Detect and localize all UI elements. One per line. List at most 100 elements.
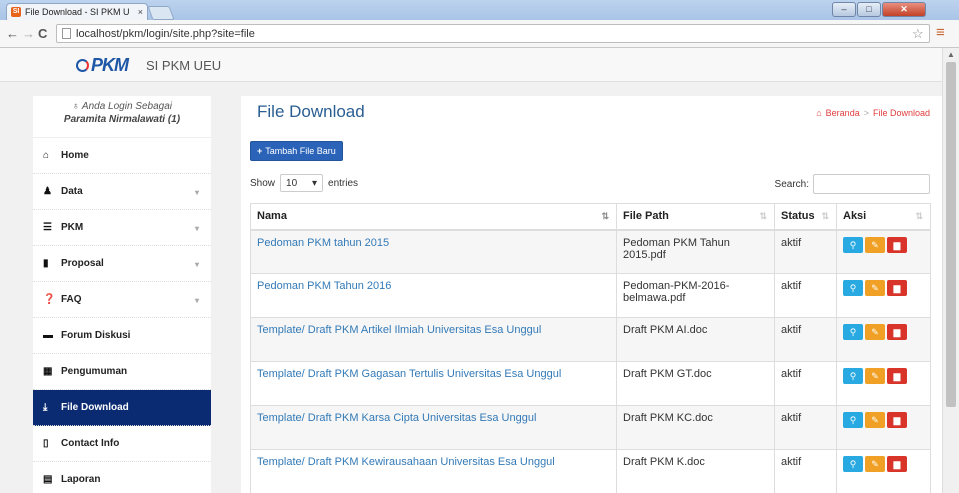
file-name-link[interactable]: Template/ Draft PKM Gagasan Tertulis Uni… [257, 368, 561, 380]
entries-value: 10 [286, 177, 298, 189]
sidebar-item-icon: ▦ [43, 366, 53, 377]
view-button[interactable]: ⚲ [843, 368, 863, 384]
column-header-status[interactable]: Status ⇅ [774, 203, 837, 231]
pencil-icon: ✎ [871, 459, 879, 469]
column-header-nama[interactable]: Nama ⇅ [250, 203, 617, 231]
brand-name[interactable]: SI PKM UEU [146, 58, 221, 73]
sort-icon[interactable]: ⇅ [915, 211, 923, 222]
sidebar-item-pkm[interactable]: ☰ PKM ▾ [33, 210, 211, 246]
view-button[interactable]: ⚲ [843, 324, 863, 340]
pkm-logo[interactable]: PKM [76, 54, 129, 76]
sidebar-item-icon: ☰ [43, 222, 52, 233]
chevron-down-icon: ▾ [194, 260, 199, 269]
sidebar-item-label: Proposal [61, 258, 104, 269]
table-row: Template/ Draft PKM Karsa Cipta Universi… [250, 405, 931, 450]
table-cell: aktif [774, 273, 837, 318]
sidebar-item-contact-info[interactable]: ▯ Contact Info [33, 426, 211, 462]
tab-close-icon[interactable]: × [138, 7, 143, 17]
file-name-link[interactable]: Pedoman PKM Tahun 2016 [257, 280, 391, 292]
search-icon: ⚲ [849, 371, 857, 381]
view-button[interactable]: ⚲ [843, 456, 863, 472]
edit-button[interactable]: ✎ [865, 280, 885, 296]
sidebar-item-label: Data [61, 186, 83, 197]
add-file-button[interactable]: + Tambah File Baru [250, 141, 343, 161]
pencil-icon: ✎ [871, 327, 879, 337]
sort-icon[interactable]: ⇅ [759, 211, 767, 222]
delete-button[interactable]: ▆ [887, 368, 907, 384]
sort-asc-icon[interactable]: ⇅ [601, 211, 609, 222]
edit-button[interactable]: ✎ [865, 324, 885, 340]
column-header-label: Status [781, 210, 815, 223]
breadcrumb-home[interactable]: Beranda [826, 108, 860, 118]
page-scrollbar[interactable]: ▲ [942, 48, 959, 493]
sidebar-item-pengumuman[interactable]: ▦ Pengumuman [33, 354, 211, 390]
sidebar-item-label: Home [61, 150, 89, 161]
actions-cell: ⚲ ✎ ▆ [836, 449, 931, 493]
sidebar-item-file-download[interactable]: ⤓ File Download [33, 390, 211, 426]
view-button[interactable]: ⚲ [843, 280, 863, 296]
actions-cell: ⚲ ✎ ▆ [836, 273, 931, 318]
delete-button[interactable]: ▆ [887, 236, 907, 253]
actions-cell: ⚲ ✎ ▆ [836, 405, 931, 450]
file-table: Nama ⇅ File Path ⇅ Status ⇅ Aksi ⇅ Pedoman P… [250, 203, 931, 493]
table-row: Template/ Draft PKM Artikel Ilmiah Unive… [250, 317, 931, 362]
sort-icon[interactable]: ⇅ [821, 211, 829, 222]
sidebar-item-forum-diskusi[interactable]: ▬ Forum Diskusi [33, 318, 211, 354]
column-header-aksi[interactable]: Aksi ⇅ [836, 203, 931, 231]
edit-button[interactable]: ✎ [865, 456, 885, 472]
sidebar-item-label: File Download [61, 402, 129, 413]
page-title: File Download [257, 102, 365, 121]
table-cell: Template/ Draft PKM Artikel Ilmiah Unive… [250, 317, 617, 362]
delete-button[interactable]: ▆ [887, 456, 907, 472]
file-name-link[interactable]: Pedoman PKM tahun 2015 [257, 237, 389, 249]
column-header-label: Nama [257, 210, 287, 223]
view-button[interactable]: ⚲ [843, 236, 863, 253]
table-cell: Pedoman PKM tahun 2015 [250, 229, 617, 274]
file-name-link[interactable]: Template/ Draft PKM Artikel Ilmiah Unive… [257, 324, 541, 336]
view-button[interactable]: ⚲ [843, 412, 863, 428]
file-name-link[interactable]: Template/ Draft PKM Karsa Cipta Universi… [257, 412, 536, 424]
status-text: aktif [781, 280, 802, 292]
edit-button[interactable]: ✎ [865, 412, 885, 428]
entries-control: Show 10 ▾ entries [250, 174, 358, 192]
forward-arrow-icon[interactable]: → [22, 26, 35, 41]
table-cell: Pedoman PKM Tahun 2015.pdf [616, 229, 775, 274]
actions-cell: ⚲ ✎ ▆ [836, 229, 931, 274]
table-cell: Template/ Draft PKM Karsa Cipta Universi… [250, 405, 617, 450]
window-maximize-button[interactable]: □ [857, 2, 881, 17]
column-header-file-path[interactable]: File Path ⇅ [616, 203, 775, 231]
tab-title: File Download - SI PKM U [25, 7, 130, 17]
browser-menu-icon[interactable]: ≡ [936, 24, 945, 41]
reload-icon[interactable]: C [38, 26, 47, 41]
sidebar-item-data[interactable]: ♟ Data ▾ [33, 174, 211, 210]
edit-button[interactable]: ✎ [865, 368, 885, 384]
browser-tab[interactable]: SI File Download - SI PKM U × [6, 3, 148, 20]
bookmark-star-icon[interactable]: ☆ [912, 26, 924, 42]
back-arrow-icon[interactable]: ← [6, 26, 19, 41]
scrollbar-thumb[interactable] [946, 62, 956, 407]
entries-select[interactable]: 10 ▾ [280, 174, 324, 192]
window-close-button[interactable]: ✕ [882, 2, 926, 17]
delete-button[interactable]: ▆ [887, 412, 907, 428]
breadcrumb-current: File Download [872, 108, 930, 118]
new-tab-button[interactable] [147, 6, 175, 20]
sidebar-item-home[interactable]: ⌂ Home [33, 138, 211, 174]
sidebar-item-laporan[interactable]: ▤ Laporan [33, 462, 211, 493]
sidebar-item-label: Forum Diskusi [61, 330, 131, 341]
edit-button[interactable]: ✎ [865, 236, 885, 253]
sidebar-item-faq[interactable]: ❓ FAQ ▾ [33, 282, 211, 318]
scroll-up-icon[interactable]: ▲ [947, 50, 955, 59]
browser-tab-bar: SI File Download - SI PKM U × – □ ✕ [0, 0, 959, 20]
file-name-link[interactable]: Template/ Draft PKM Kewirausahaan Univer… [257, 456, 555, 468]
login-label: ♁ Anda Login Sebagai [72, 101, 172, 112]
search-input[interactable] [813, 174, 930, 194]
search-icon: ⚲ [849, 459, 857, 469]
sidebar-item-proposal[interactable]: ▮ Proposal ▾ [33, 246, 211, 282]
sidebar-item-label: PKM [61, 222, 84, 233]
table-header-row: Nama ⇅ File Path ⇅ Status ⇅ Aksi ⇅ [250, 203, 931, 231]
delete-button[interactable]: ▆ [887, 324, 907, 340]
search-icon: ⚲ [849, 327, 857, 337]
window-minimize-button[interactable]: – [832, 2, 856, 17]
url-input[interactable]: localhost/pkm/login/site.php?site=file [56, 24, 930, 43]
delete-button[interactable]: ▆ [887, 280, 907, 296]
